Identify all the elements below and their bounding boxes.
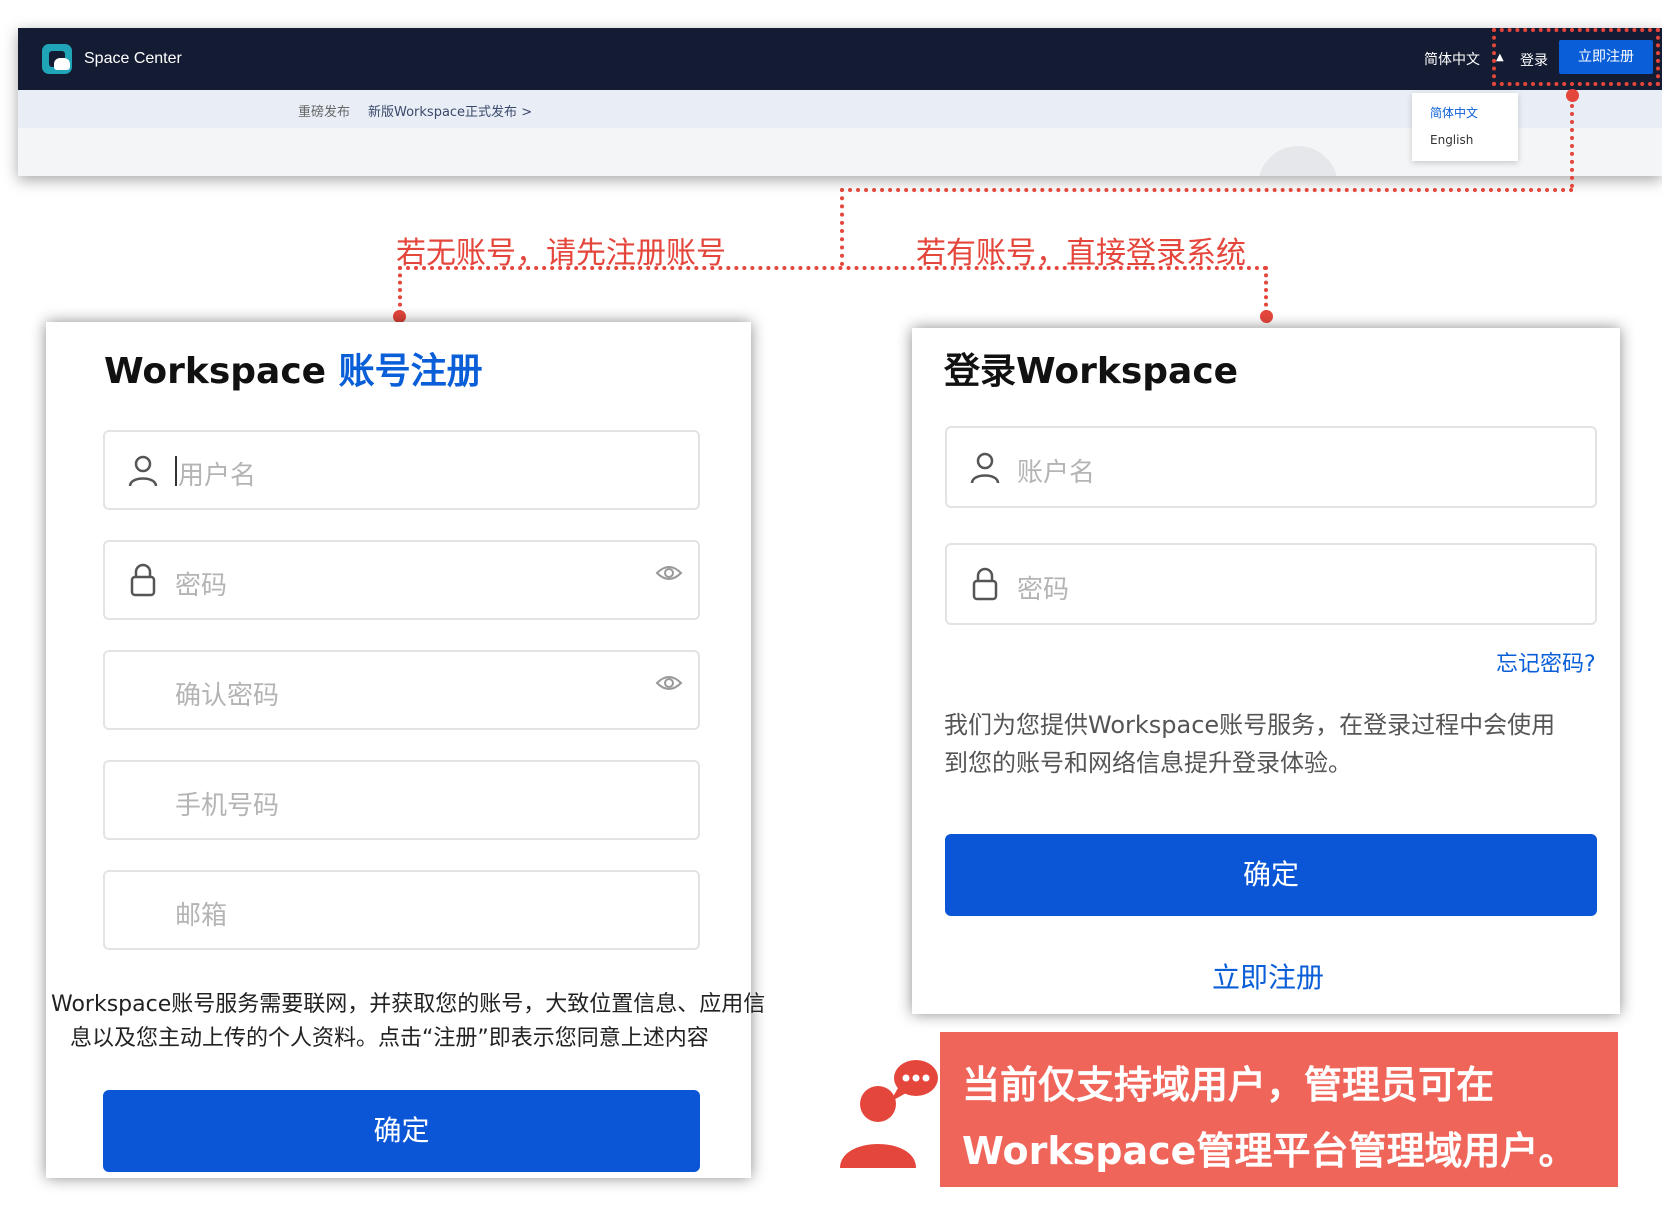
register-notice-line-1: Workspace账号服务需要联网，并获取您的账号，大致位置信息、应用信 [51, 992, 766, 1017]
user-icon [128, 455, 158, 487]
connector-dot [1260, 310, 1273, 323]
username-placeholder: 用户名 [178, 461, 257, 491]
forgot-password-link[interactable]: 忘记密码? [1496, 646, 1596, 678]
phone-placeholder: 手机号码 [175, 791, 280, 821]
register-card: Workspace 账号注册 用户名 密码 确认密码 手机号码 邮箱 Works… [46, 322, 765, 1178]
eye-icon[interactable] [655, 564, 683, 582]
callout-line-1: 当前仅支持域用户，管理员可在 [962, 1063, 1495, 1107]
confirm-password-placeholder: 确认密码 [175, 681, 280, 711]
connector-line [1264, 266, 1268, 314]
phone-input[interactable]: 手机号码 [103, 760, 700, 840]
decorative-circle [1258, 146, 1338, 176]
announcement-tag: 重磅发布 [298, 105, 351, 120]
highlight-box [1492, 28, 1660, 86]
chat-bubble-icon [890, 1060, 938, 1102]
register-now-link[interactable]: 立即注册 [1212, 956, 1324, 996]
announcement-link[interactable]: 新版Workspace正式发布 > [368, 101, 532, 120]
annotation-login: 若有账号，直接登录系统 [916, 236, 1246, 271]
user-icon [970, 452, 1000, 484]
lang-option-zh[interactable]: 简体中文 [1430, 104, 1478, 121]
login-title: 登录Workspace [944, 351, 1239, 392]
language-dropdown: 简体中文 English [1412, 93, 1518, 161]
connector-line [398, 266, 402, 314]
callout-box: 当前仅支持域用户，管理员可在 Workspace管理平台管理域用户。 [940, 1032, 1618, 1187]
register-notice-line-2: 息以及您主动上传的个人资料。点击“注册”即表示您同意上述内容 [70, 1026, 709, 1051]
register-title: Workspace 账号注册 [104, 351, 483, 392]
lang-option-en[interactable]: English [1430, 133, 1473, 147]
callout-line-2: Workspace管理平台管理域用户。 [962, 1129, 1577, 1173]
eye-icon[interactable] [655, 674, 683, 692]
annotation-register: 若无账号，请先注册账号 [396, 236, 726, 271]
login-card: 登录Workspace 账户名 密码 忘记密码? 我们为您提供Workspace… [912, 328, 1620, 1014]
navbar: Space Center 简体中文 ▲ 登录 立即注册 [18, 28, 1662, 90]
login-submit-button[interactable]: 确定 [945, 834, 1597, 916]
confirm-password-input[interactable]: 确认密码 [103, 650, 700, 730]
lock-icon [972, 567, 998, 601]
password-input[interactable]: 密码 [103, 540, 700, 620]
connector-line [1570, 96, 1574, 188]
login-info-line-1: 我们为您提供Workspace账号服务，在登录过程中会使用 [944, 711, 1556, 739]
top-screenshot: Space Center 简体中文 ▲ 登录 立即注册 重磅发布 新版Works… [18, 28, 1662, 176]
text-caret [175, 456, 177, 486]
language-selector[interactable]: 简体中文 [1424, 49, 1480, 69]
account-placeholder: 账户名 [1017, 458, 1096, 488]
login-password-input[interactable]: 密码 [945, 543, 1597, 625]
space-center-logo-icon [42, 44, 72, 74]
register-submit-button[interactable]: 确定 [103, 1090, 700, 1172]
email-input[interactable]: 邮箱 [103, 870, 700, 950]
login-password-placeholder: 密码 [1017, 575, 1070, 605]
email-placeholder: 邮箱 [175, 901, 228, 931]
connector-line [840, 188, 844, 266]
login-info-line-2: 到您的账号和网络信息提升登录体验。 [944, 749, 1352, 777]
brand-name: Space Center [84, 50, 182, 67]
account-input[interactable]: 账户名 [945, 426, 1597, 508]
connector-line [840, 188, 1574, 192]
username-input[interactable]: 用户名 [103, 430, 700, 510]
password-placeholder: 密码 [175, 571, 228, 601]
lock-icon [130, 563, 156, 597]
